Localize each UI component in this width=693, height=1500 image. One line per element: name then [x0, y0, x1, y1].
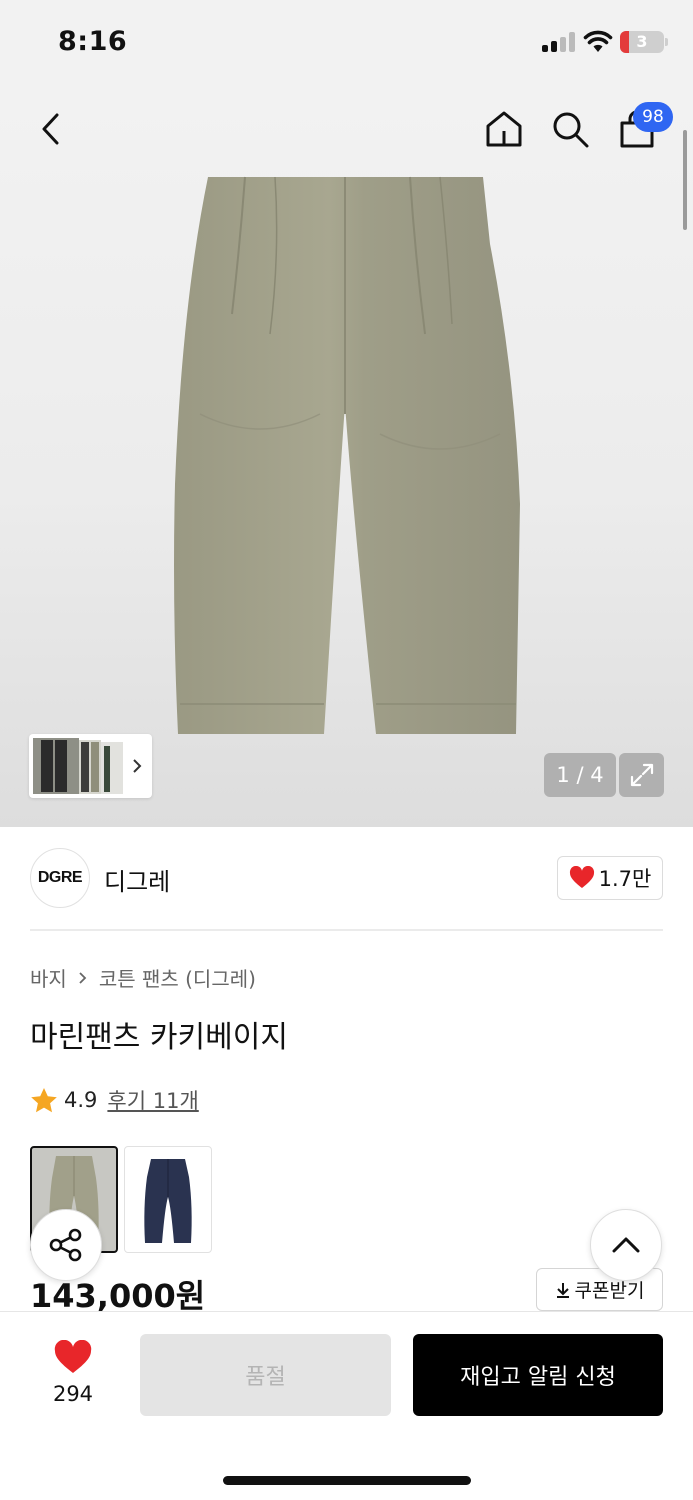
- cart-count-badge: 98: [633, 102, 673, 132]
- breadcrumb-subcategory[interactable]: 코튼 팬츠 (디그레): [99, 963, 256, 992]
- rating-value: 4.9: [64, 1088, 98, 1112]
- brand-logo[interactable]: DGRE: [30, 848, 90, 908]
- brand-name[interactable]: 디그레: [104, 862, 170, 897]
- signal-icon: [542, 32, 576, 52]
- status-bar: 8:16 3: [0, 0, 693, 84]
- product-image-gallery[interactable]: 1 / 4: [0, 84, 693, 827]
- scroll-to-top-button[interactable]: [590, 1209, 662, 1281]
- share-icon: [49, 1228, 82, 1262]
- search-button[interactable]: [545, 104, 595, 154]
- brand-like-button[interactable]: 1.7만: [557, 856, 663, 900]
- color-option-navy[interactable]: [124, 1146, 212, 1253]
- back-icon: [42, 113, 59, 145]
- top-nav-bar: 98: [0, 84, 693, 176]
- divider: [30, 929, 663, 931]
- rating-row: 4.9 후기 11개: [30, 1085, 199, 1115]
- review-link[interactable]: 후기 11개: [107, 1085, 198, 1115]
- bottom-action-bar: 294 품절 재입고 알림 신청: [0, 1311, 693, 1500]
- brand-like-count: 1.7만: [598, 867, 652, 891]
- chevron-right-icon: [133, 759, 142, 773]
- download-icon: [556, 1282, 569, 1298]
- expand-icon: [630, 763, 653, 787]
- search-icon: [553, 112, 589, 148]
- brand-row: DGRE 디그레 1.7만: [30, 848, 663, 908]
- share-button[interactable]: [30, 1209, 102, 1281]
- home-icon: [486, 111, 522, 147]
- scrollbar[interactable]: [683, 130, 687, 230]
- product-like-button[interactable]: 294: [40, 1339, 106, 1406]
- home-indicator[interactable]: [223, 1476, 471, 1485]
- gallery-counter: 1 / 4: [544, 753, 616, 797]
- chevron-up-icon: [612, 1237, 640, 1253]
- heart-icon: [569, 866, 594, 888]
- star-icon: [31, 1087, 57, 1112]
- swatch-navy-image: [144, 1159, 192, 1243]
- product-like-count: 294: [52, 1382, 94, 1406]
- gallery-thumbnail-strip[interactable]: [29, 734, 152, 798]
- home-button[interactable]: [479, 104, 529, 154]
- back-button[interactable]: [26, 104, 76, 154]
- restock-alert-button[interactable]: 재입고 알림 신청: [413, 1334, 663, 1416]
- heart-icon: [54, 1339, 92, 1373]
- breadcrumb-category[interactable]: 바지: [30, 963, 67, 992]
- soldout-button[interactable]: 품절: [140, 1334, 391, 1416]
- product-title: 마린팬츠 카키베이지: [30, 1020, 288, 1055]
- battery-icon: 3: [620, 31, 668, 53]
- battery-level: 3: [636, 32, 648, 51]
- wifi-icon: [583, 30, 613, 52]
- chevron-right-icon: [79, 971, 87, 984]
- product-main-image: [174, 176, 520, 734]
- status-time: 8:16: [58, 26, 128, 57]
- breadcrumb: 바지 코튼 팬츠 (디그레): [30, 963, 256, 992]
- expand-button[interactable]: [619, 753, 664, 797]
